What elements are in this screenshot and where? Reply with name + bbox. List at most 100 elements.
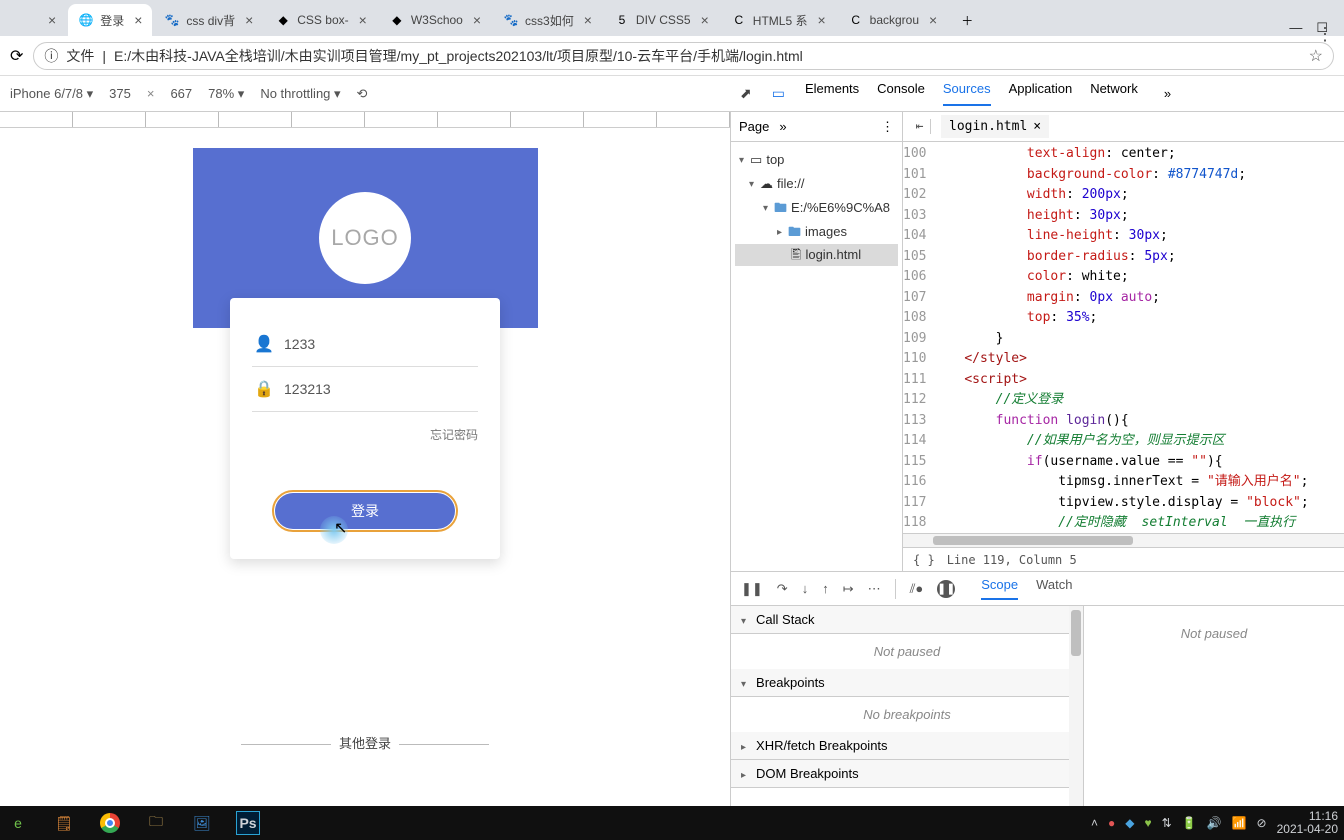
step-icon[interactable]: ↦ [843, 581, 854, 597]
tray-block-icon[interactable]: ⊘ [1257, 816, 1267, 830]
password-field[interactable]: 🔒 123213 [252, 367, 478, 412]
nav-more-icon[interactable]: » [779, 119, 786, 134]
url-input[interactable]: ⓘ 文件 | E:/木由科技-JAVA全栈培训/木由实训项目管理/my_pt_p… [33, 42, 1334, 70]
close-icon[interactable]: × [134, 12, 142, 28]
deactivate-bp-icon[interactable]: ⋯ [868, 581, 881, 597]
taskbar-clock[interactable]: 11:162021-04-20 [1277, 810, 1338, 836]
browser-tab[interactable]: ◆W3Schoo× [379, 4, 491, 36]
pause-icon[interactable]: ❚❚ [741, 581, 763, 597]
width-input[interactable]: 375 [109, 86, 131, 101]
tree-file-login[interactable]: 🖺 login.html [735, 244, 898, 266]
close-icon[interactable]: × [584, 12, 592, 28]
editor-tab-login[interactable]: login.html× [941, 115, 1049, 138]
editor-h-scrollbar[interactable] [903, 533, 1344, 547]
forgot-password-link[interactable]: 忘记密码 [252, 426, 478, 443]
tray-battery-icon[interactable]: 🔋 [1182, 816, 1197, 830]
more-panels-icon[interactable]: » [1164, 86, 1171, 101]
device-select[interactable]: iPhone 6/7/8 ▾ [10, 86, 93, 102]
reload-button[interactable]: ⟳ [10, 46, 23, 66]
taskbar-app-photoshop[interactable]: Ps [236, 811, 260, 835]
file-tree: ▭ top ☁ file:// 🖿 E:/%E6%9C%A8 🖿 images … [731, 142, 902, 272]
taskbar-app-editor[interactable]: 🗒 [52, 811, 76, 835]
call-stack-header[interactable]: Call Stack [731, 606, 1083, 634]
lock-icon: 🔒 [254, 379, 270, 399]
tray-icon[interactable]: ♥ [1145, 816, 1152, 830]
bookmark-star-icon[interactable]: ☆ [1309, 46, 1323, 66]
close-icon[interactable]: × [701, 12, 709, 28]
browser-tab[interactable]: 🐾css div背× [154, 4, 263, 36]
height-input[interactable]: 667 [170, 86, 192, 101]
panel-tab-network[interactable]: Network [1090, 81, 1138, 106]
tray-up-icon[interactable]: ˄ [1091, 816, 1098, 830]
async-icon[interactable]: ❚❚ [937, 580, 955, 598]
taskbar-app-photos[interactable]: 🖼 [190, 811, 214, 835]
tree-top[interactable]: ▭ top [735, 148, 898, 172]
close-icon[interactable]: × [817, 12, 825, 28]
throttle-select[interactable]: No throttling ▾ [260, 86, 340, 102]
browser-tab[interactable]: 🌐登录× [68, 4, 152, 36]
call-stack-empty: Not paused [731, 634, 1083, 669]
step-into-icon[interactable]: ↓ [802, 581, 809, 596]
tree-folder[interactable]: 🖿 E:/%E6%9C%A8 [735, 196, 898, 220]
new-tab-button[interactable]: ＋ [949, 4, 985, 36]
close-icon[interactable]: × [1033, 119, 1041, 134]
tray-icon[interactable]: ◆ [1125, 816, 1134, 830]
left-debug-panel: Call Stack Not paused Breakpoints No bre… [731, 606, 1084, 830]
ruler [0, 112, 730, 128]
browser-tab[interactable]: 🐾css3如何× [493, 4, 602, 36]
step-over-icon[interactable]: ↷ [777, 581, 788, 597]
inspect-icon[interactable]: ⬈ [740, 85, 752, 102]
nav-tab-page[interactable]: Page [739, 119, 769, 134]
device-mode-icon[interactable]: ▭ [772, 85, 785, 102]
cursor-icon: ↖ [334, 518, 347, 538]
browser-tab[interactable]: × [6, 4, 66, 36]
tray-icon[interactable]: ⇅ [1162, 816, 1172, 830]
logo: LOGO [319, 192, 411, 284]
panel-tab-sources[interactable]: Sources [943, 81, 991, 106]
right-debug-panel: Not paused [1084, 606, 1344, 830]
close-icon[interactable]: × [48, 12, 56, 28]
panel-tab-application[interactable]: Application [1009, 81, 1073, 106]
close-icon[interactable]: × [245, 12, 253, 28]
breakpoints-empty: No breakpoints [731, 697, 1083, 732]
editor-status: { } Line 119, Column 5 [903, 547, 1344, 571]
panel-v-scrollbar[interactable] [1069, 606, 1083, 830]
rotate-icon[interactable]: ⟲ [357, 86, 368, 102]
taskbar-app-chrome[interactable] [98, 811, 122, 835]
browser-tab[interactable]: ◆CSS box-× [265, 4, 377, 36]
browser-tab[interactable]: Cbackgrou× [838, 4, 948, 36]
pretty-print-icon[interactable]: { } [913, 553, 935, 567]
tray-wifi-icon[interactable]: 📶 [1232, 816, 1247, 830]
pause-exceptions-icon[interactable]: ⫽● [910, 581, 924, 597]
close-icon[interactable]: × [929, 12, 937, 28]
login-button[interactable]: 登录 [275, 493, 455, 529]
dom-bp-header[interactable]: DOM Breakpoints [731, 760, 1083, 788]
zoom-select[interactable]: 78% ▾ [208, 86, 244, 102]
device-menu-icon[interactable]: ⋮ [1316, 24, 1334, 45]
breakpoints-header[interactable]: Breakpoints [731, 669, 1083, 697]
username-field[interactable]: 👤 1233 [252, 322, 478, 367]
tree-scheme[interactable]: ☁ file:// [735, 172, 898, 196]
minimize-button[interactable]: — [1289, 20, 1302, 36]
step-out-icon[interactable]: ↑ [822, 581, 829, 596]
taskbar-app-explorer[interactable]: 🗀 [144, 811, 168, 835]
code-area[interactable]: 100 text-align: center;101 background-co… [903, 142, 1344, 533]
tree-images[interactable]: 🖿 images [735, 220, 898, 244]
close-icon[interactable]: × [359, 12, 367, 28]
dbg-tab-scope[interactable]: Scope [981, 577, 1018, 600]
toggle-navigator-icon[interactable]: ⇤ [909, 119, 931, 134]
close-icon[interactable]: × [473, 12, 481, 28]
browser-tab[interactable]: CHTML5 系× [721, 4, 836, 36]
taskbar-app-ie[interactable]: e [6, 811, 30, 835]
device-preview-pane: LOGO 👤 1233 🔒 123213 忘记密码 登录 其他登录 [0, 112, 730, 830]
url-prefix: 文件 [66, 46, 94, 66]
tray-icon[interactable]: ● [1108, 816, 1115, 830]
site-info-icon[interactable]: ⓘ [44, 46, 58, 66]
browser-tab[interactable]: 5DIV CSS5× [604, 4, 719, 36]
nav-menu-icon[interactable]: ⋮ [881, 119, 894, 135]
dbg-tab-watch[interactable]: Watch [1036, 577, 1072, 600]
panel-tab-console[interactable]: Console [877, 81, 925, 106]
panel-tab-elements[interactable]: Elements [805, 81, 859, 106]
xhr-bp-header[interactable]: XHR/fetch Breakpoints [731, 732, 1083, 760]
tray-volume-icon[interactable]: 🔊 [1207, 816, 1222, 830]
